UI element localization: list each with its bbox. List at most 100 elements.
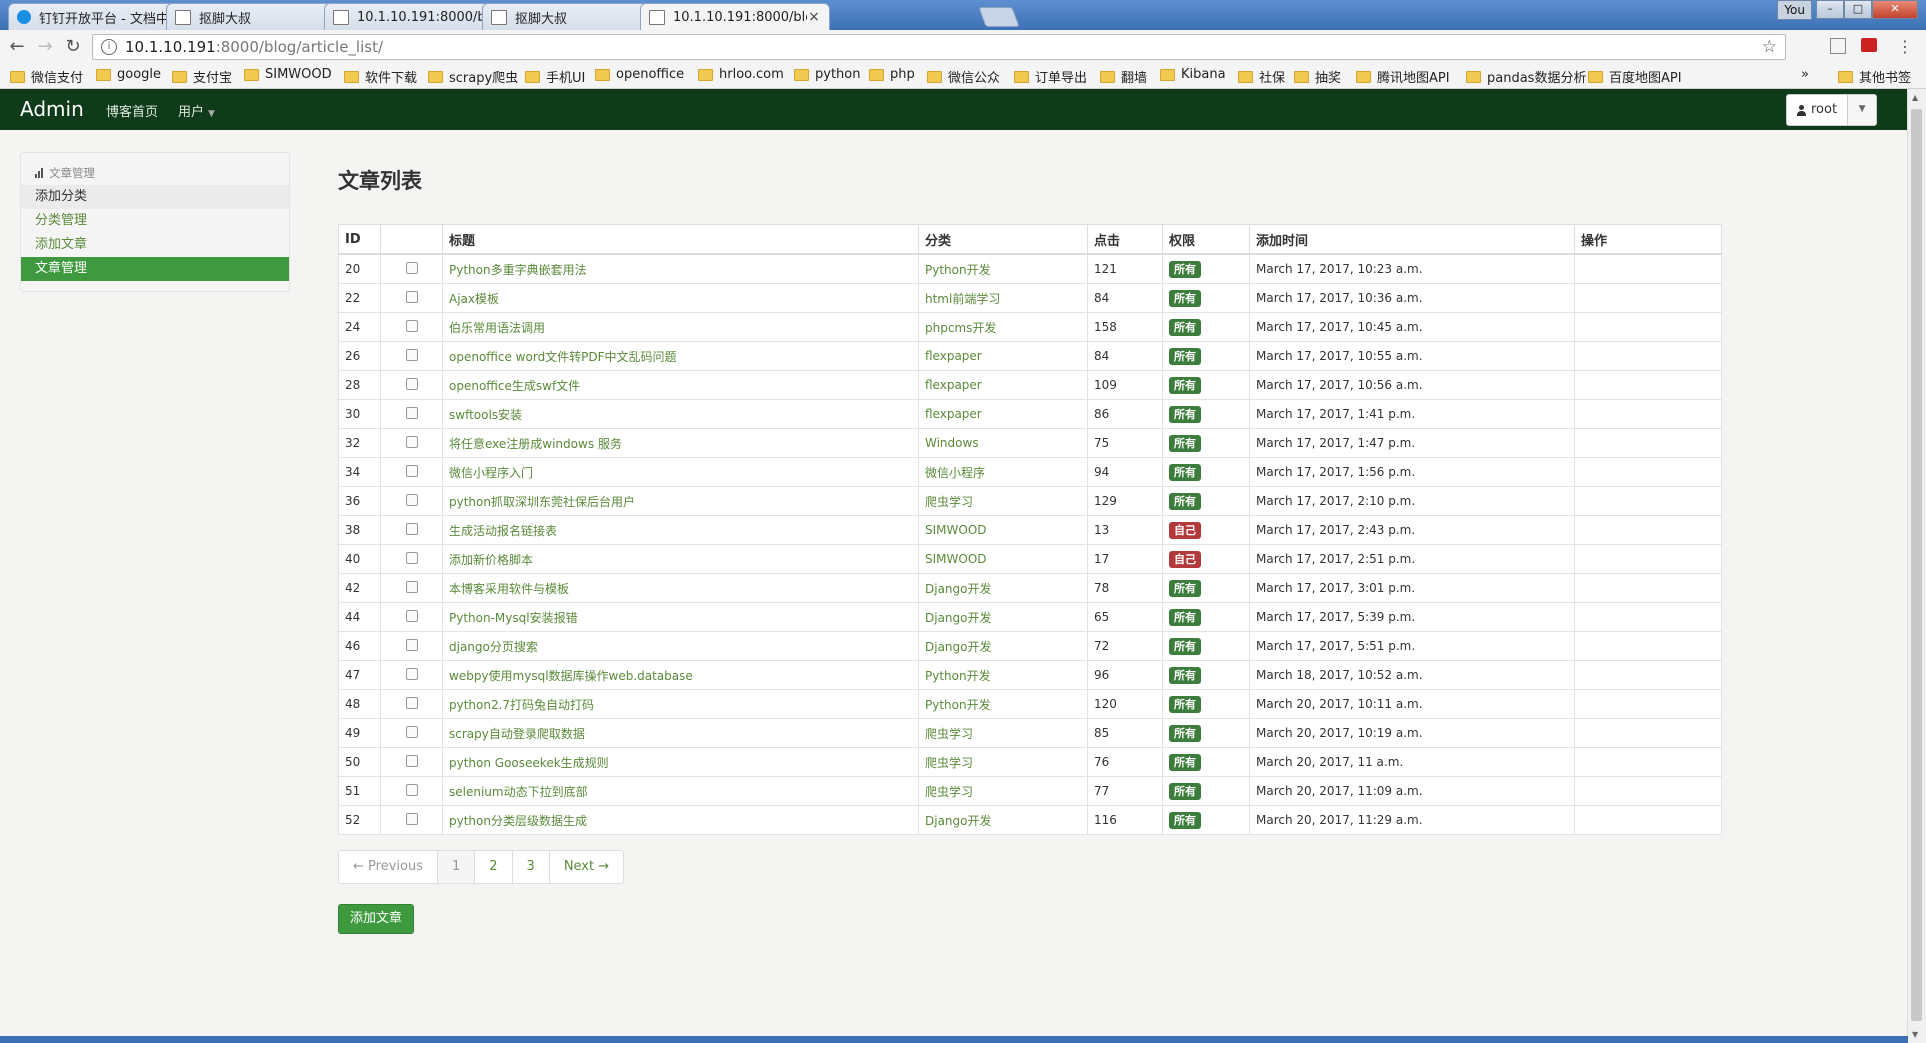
article-title-link[interactable]: 微信小程序入门 (449, 466, 533, 480)
row-checkbox[interactable] (405, 609, 418, 622)
other-bookmarks[interactable]: 其他书签 (1838, 67, 1911, 86)
browser-tab[interactable]: 10.1.10.191:8000/blog/× (640, 3, 830, 30)
article-title-link[interactable]: python Gooseekek生成规则 (449, 756, 609, 770)
bookmark-item[interactable]: pandas数据分析 (1466, 67, 1586, 86)
row-checkbox[interactable] (405, 406, 418, 419)
user-button[interactable]: root (1787, 95, 1849, 125)
category-link[interactable]: SIMWOOD (925, 552, 987, 566)
row-checkbox[interactable] (405, 319, 418, 332)
row-checkbox[interactable] (405, 464, 418, 477)
back-icon[interactable]: ← (6, 36, 28, 58)
category-link[interactable]: Django开发 (925, 814, 992, 828)
article-title-link[interactable]: 添加新价格脚本 (449, 553, 533, 567)
category-link[interactable]: 爬虫学习 (925, 495, 973, 509)
category-link[interactable]: Django开发 (925, 611, 992, 625)
forward-icon[interactable]: → (34, 36, 56, 58)
bookmark-item[interactable]: 订单导出 (1014, 67, 1087, 86)
category-link[interactable]: Django开发 (925, 582, 992, 596)
bookmark-item[interactable]: 微信支付 (10, 67, 83, 86)
new-tab-button[interactable] (978, 7, 1020, 27)
article-title-link[interactable]: 本博客采用软件与模板 (449, 582, 569, 596)
article-title-link[interactable]: python2.7打码兔自动打码 (449, 698, 594, 712)
extension-icon[interactable] (1830, 38, 1846, 54)
article-title-link[interactable]: python抓取深圳东莞社保后台用户 (449, 495, 635, 509)
bookmark-item[interactable]: google (96, 67, 161, 82)
row-checkbox[interactable] (405, 551, 418, 564)
bookmark-item[interactable]: 百度地图API (1588, 67, 1682, 86)
scroll-down-icon[interactable]: ▼ (1912, 1030, 1918, 1039)
category-link[interactable]: phpcms开发 (925, 321, 996, 335)
row-checkbox[interactable] (405, 754, 418, 767)
profile-button[interactable]: You (1777, 0, 1812, 20)
row-checkbox[interactable] (405, 783, 418, 796)
page-number-button[interactable]: 2 (475, 851, 513, 883)
minimize-icon[interactable]: – (1816, 0, 1844, 19)
page-number-button[interactable]: 1 (437, 851, 476, 883)
bookmark-item[interactable]: 抽奖 (1294, 67, 1341, 86)
bookmark-item[interactable]: 腾讯地图API (1356, 67, 1450, 86)
maximize-icon[interactable]: □ (1844, 0, 1872, 19)
category-link[interactable]: 微信小程序 (925, 466, 985, 480)
row-checkbox[interactable] (405, 696, 418, 709)
category-link[interactable]: Windows (925, 436, 979, 450)
category-link[interactable]: Python开发 (925, 669, 991, 683)
bookmark-item[interactable]: 软件下载 (344, 67, 417, 86)
article-title-link[interactable]: python分类层级数据生成 (449, 814, 587, 828)
article-title-link[interactable]: django分页搜索 (449, 640, 538, 654)
close-window-icon[interactable]: ✕ (1872, 0, 1918, 19)
row-checkbox[interactable] (405, 580, 418, 593)
add-article-button[interactable]: 添加文章 (338, 904, 415, 934)
article-title-link[interactable]: selenium动态下拉到底部 (449, 785, 588, 799)
brand-logo[interactable]: Admin (20, 97, 84, 121)
row-checkbox[interactable] (405, 290, 418, 303)
sidebar-item[interactable]: 文章管理 (21, 257, 289, 281)
nav-user-menu[interactable]: 用户 ▼ (178, 101, 215, 120)
bookmark-item[interactable]: 社保 (1238, 67, 1285, 86)
row-checkbox[interactable] (405, 638, 418, 651)
bookmark-item[interactable]: scrapy爬虫 (428, 67, 518, 86)
category-link[interactable]: Python开发 (925, 698, 991, 712)
bookmark-item[interactable]: openoffice (595, 67, 684, 82)
page-scrollbar[interactable]: ▲ ▼ (1907, 89, 1926, 1043)
page-number-button[interactable]: 3 (513, 851, 550, 883)
bookmark-item[interactable]: SIMWOOD (244, 67, 332, 82)
category-link[interactable]: SIMWOOD (925, 523, 987, 537)
bookmark-star-icon[interactable]: ☆ (1762, 37, 1777, 57)
category-link[interactable]: 爬虫学习 (925, 727, 973, 741)
category-link[interactable]: flexpaper (925, 407, 982, 421)
bookmark-item[interactable]: Kibana (1160, 67, 1226, 82)
row-checkbox[interactable] (405, 725, 418, 738)
extension-red-icon[interactable] (1861, 38, 1877, 52)
dropdown-toggle-icon[interactable]: ▼ (1848, 95, 1877, 125)
bookmark-item[interactable]: python (794, 67, 860, 82)
category-link[interactable]: flexpaper (925, 349, 982, 363)
sidebar-item[interactable]: 添加分类 (21, 185, 289, 209)
bookmark-item[interactable]: hrloo.com (698, 67, 784, 82)
row-checkbox[interactable] (405, 261, 418, 274)
next-page-button[interactable]: Next → (550, 851, 623, 883)
article-title-link[interactable]: Ajax模板 (449, 292, 499, 306)
bookmark-item[interactable]: 微信公众 (927, 67, 1000, 86)
reload-icon[interactable]: ↻ (62, 36, 84, 58)
row-checkbox[interactable] (405, 348, 418, 361)
category-link[interactable]: Python开发 (925, 263, 991, 277)
scroll-up-icon[interactable]: ▲ (1912, 93, 1918, 102)
article-title-link[interactable]: swftools安装 (449, 408, 522, 422)
category-link[interactable]: html前端学习 (925, 292, 1000, 306)
sidebar-item[interactable]: 分类管理 (21, 209, 289, 233)
row-checkbox[interactable] (405, 812, 418, 825)
bookmark-item[interactable]: 支付宝 (172, 67, 232, 86)
bookmark-item[interactable]: php (869, 67, 915, 82)
category-link[interactable]: flexpaper (925, 378, 982, 392)
row-checkbox[interactable] (405, 667, 418, 680)
article-title-link[interactable]: openoffice生成swf文件 (449, 379, 580, 393)
menu-icon[interactable]: ⋮ (1894, 36, 1916, 58)
user-dropdown[interactable]: root ▼ (1786, 94, 1878, 126)
row-checkbox[interactable] (405, 522, 418, 535)
close-tab-icon[interactable]: × (807, 9, 821, 25)
category-link[interactable]: 爬虫学习 (925, 785, 973, 799)
bookmark-item[interactable]: 翻墙 (1100, 67, 1147, 86)
category-link[interactable]: 爬虫学习 (925, 756, 973, 770)
article-title-link[interactable]: scrapy自动登录爬取数据 (449, 727, 585, 741)
article-title-link[interactable]: webpy使用mysql数据库操作web.database (449, 669, 693, 683)
